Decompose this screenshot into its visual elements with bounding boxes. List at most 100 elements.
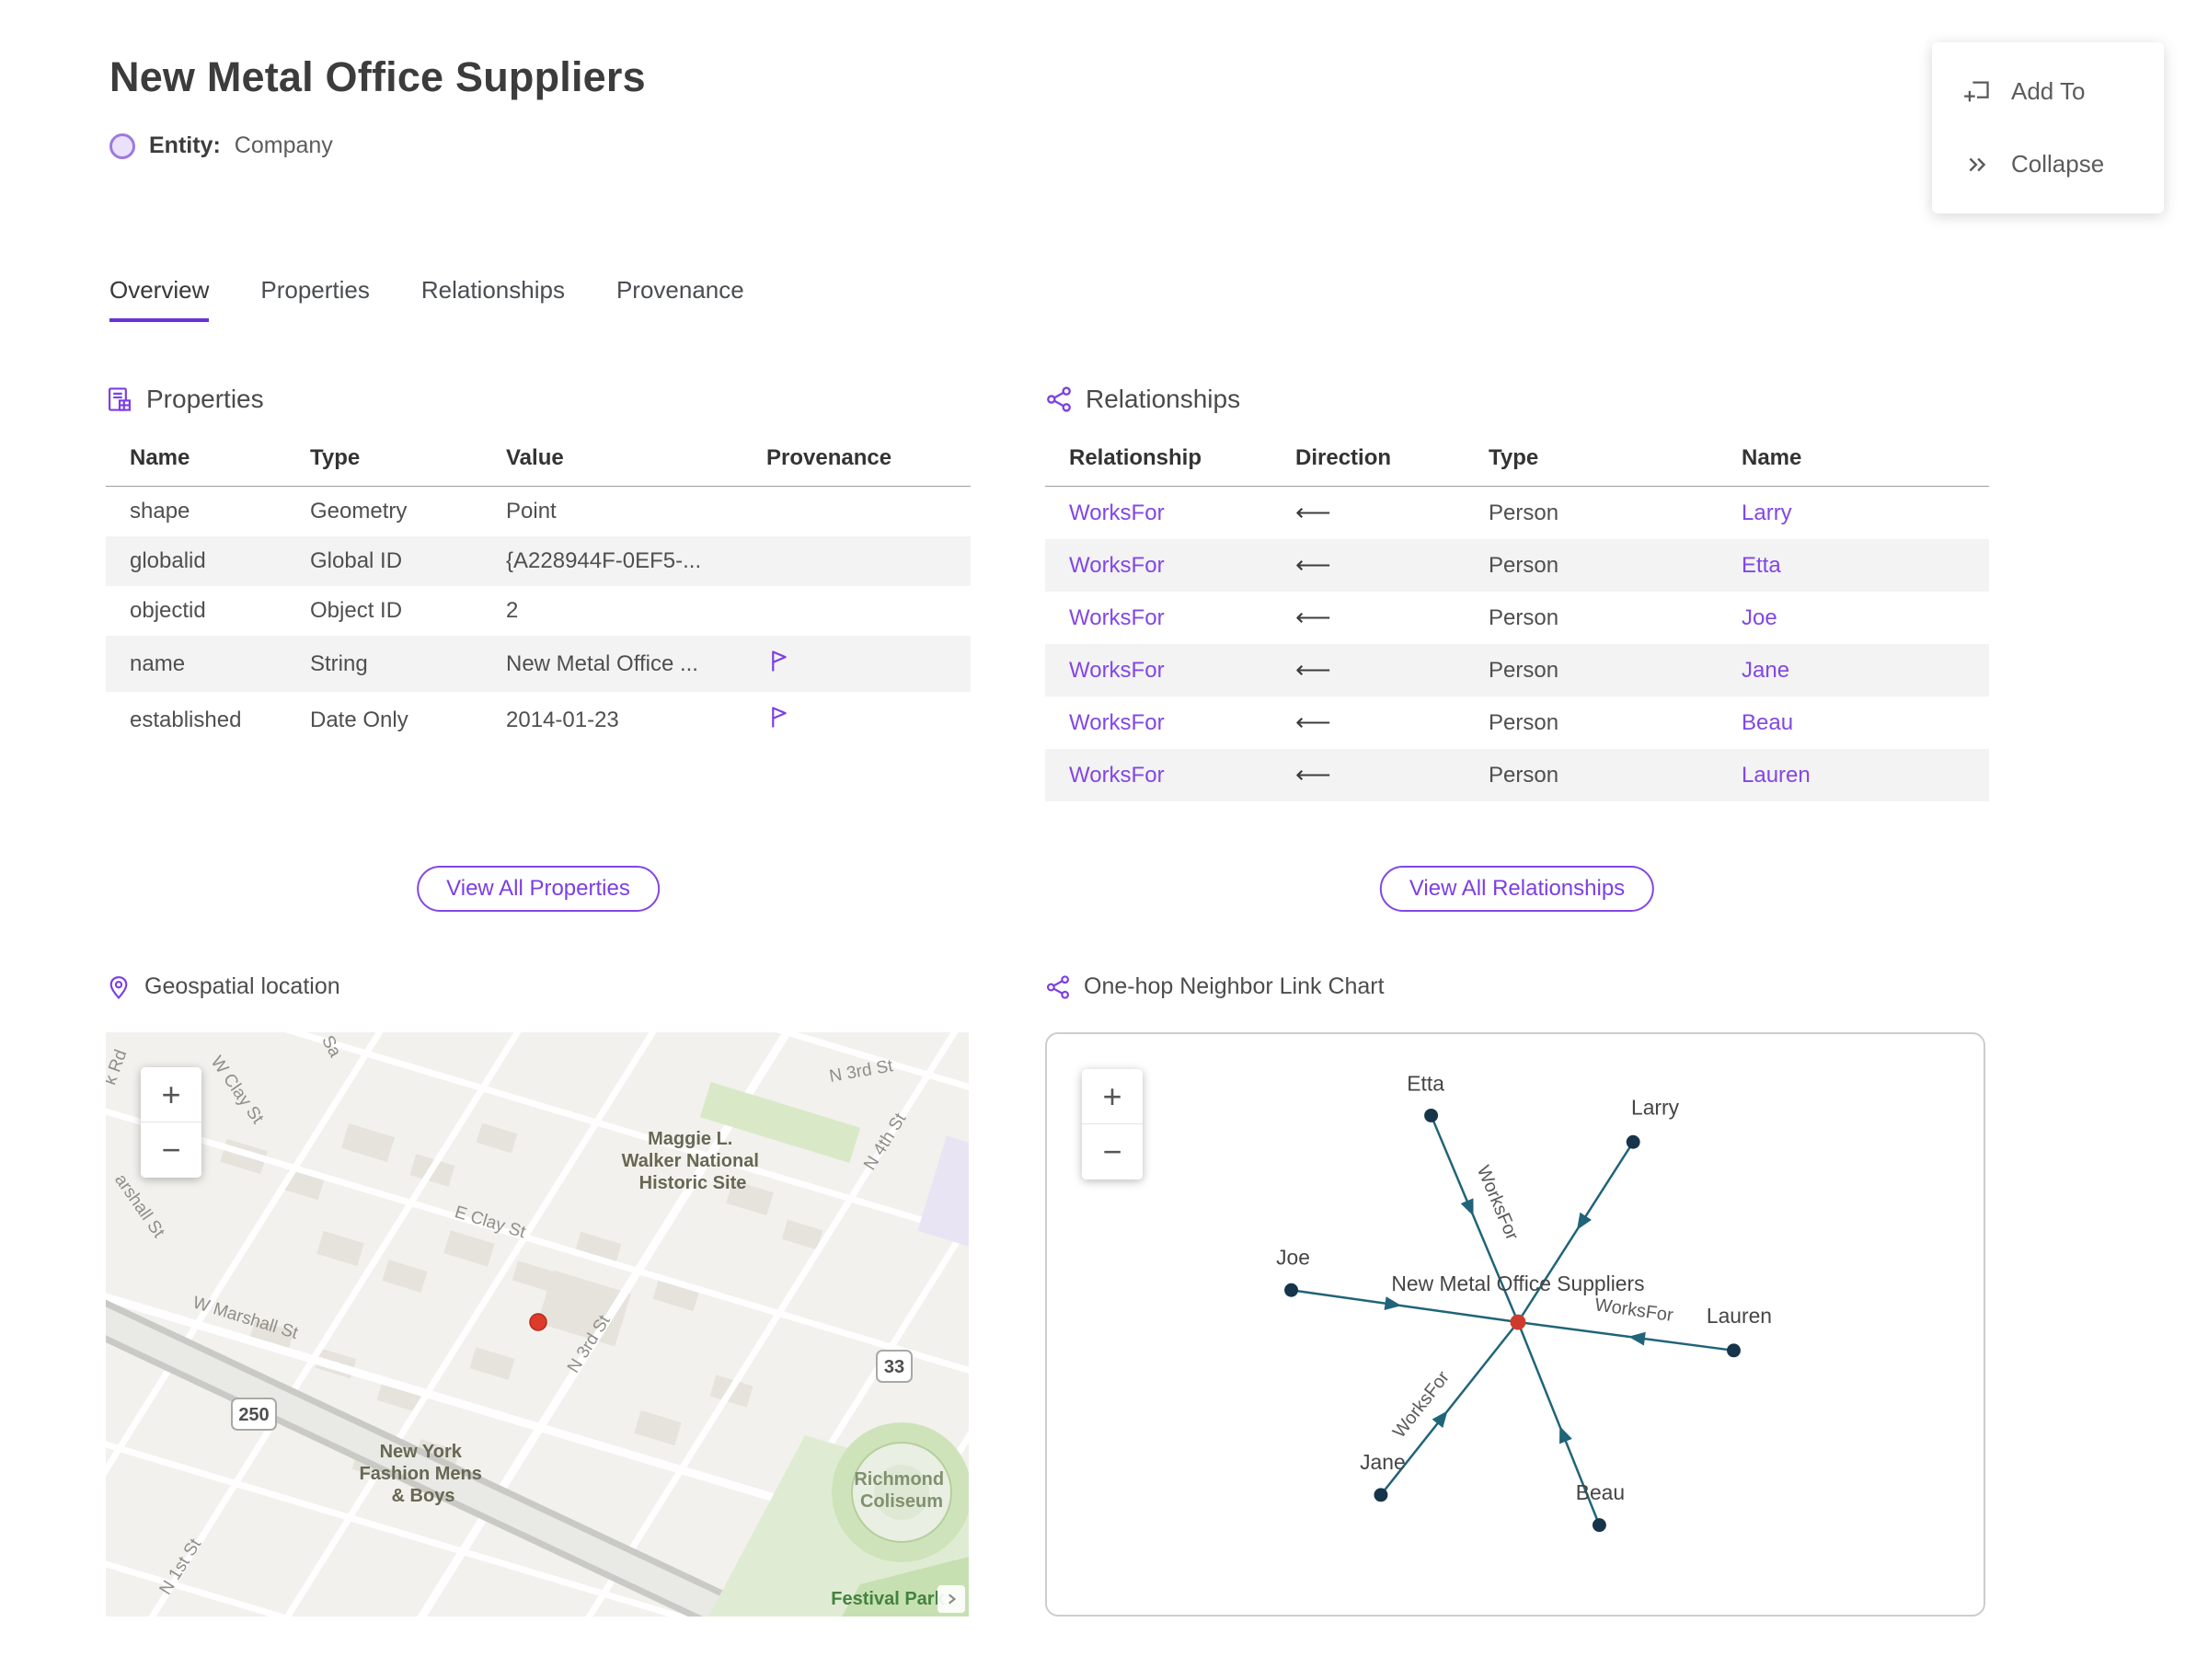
relationship-row: WorksFor ⟵ Person Jane: [1045, 644, 1989, 696]
map-entity-marker[interactable]: [529, 1313, 547, 1331]
map-canvas[interactable]: 250 33 k Rd W Clay St Sa N 3rd St N 4th …: [106, 1032, 969, 1617]
prop-value: 2014-01-23: [506, 707, 619, 732]
relationship-type-link[interactable]: WorksFor: [1069, 763, 1165, 788]
map-zoom-out-button[interactable]: −: [141, 1122, 201, 1178]
graph-node-label: Joe: [1276, 1245, 1310, 1269]
add-to-icon: [1963, 78, 1991, 106]
place-label-line: New York: [380, 1442, 463, 1462]
place-label-line: Maggie L.: [648, 1129, 732, 1149]
relationships-table: Relationship Direction Type Name WorksFo…: [1045, 434, 1989, 801]
graph-node[interactable]: [1727, 1343, 1741, 1358]
graph-node-label: Beau: [1576, 1480, 1625, 1504]
properties-table: Name Type Value Provenance shape Geometr…: [106, 434, 971, 748]
prop-type: String: [310, 650, 368, 676]
link-chart-canvas[interactable]: WorksForWorksForWorksForEttaLarryJoeLaur…: [1047, 1034, 1984, 1615]
graph-node[interactable]: [1284, 1283, 1298, 1297]
entity-label: Entity:: [149, 132, 221, 158]
prop-provenance: [766, 586, 971, 636]
provenance-flag-icon[interactable]: [766, 704, 790, 730]
view-all-properties-button[interactable]: View All Properties: [417, 866, 660, 912]
map-attribution-toggle[interactable]: [937, 1585, 965, 1613]
prop-provenance: [766, 487, 971, 537]
prop-value: {A228944F-0EF5-...: [506, 548, 702, 573]
direction-left-arrow: ⟵: [1295, 761, 1331, 788]
link-chart-section-header: One-hop Neighbor Link Chart: [1045, 973, 1385, 1000]
prop-provenance: [766, 536, 971, 586]
direction-left-arrow: ⟵: [1295, 551, 1331, 579]
map-section-title: Geospatial location: [144, 973, 340, 999]
page-header: New Metal Office Suppliers Entity: Compa…: [109, 53, 646, 159]
provenance-flag-icon[interactable]: [766, 648, 790, 673]
place-label-line: Walker National: [622, 1151, 759, 1171]
graph-edge-arrow: [1460, 1198, 1474, 1216]
related-entity-link[interactable]: Etta: [1742, 553, 1781, 578]
relationship-type-link[interactable]: WorksFor: [1069, 658, 1165, 683]
graph-edge-label: WorksFor: [1593, 1295, 1674, 1326]
relationship-row: WorksFor ⟵ Person Beau: [1045, 696, 1989, 749]
link-chart[interactable]: WorksFor WorksFor WorksFor Etta Larry Joe Laur…: [1045, 1032, 1985, 1617]
relationships-table-header: Relationship Direction Type Name: [1045, 434, 1989, 487]
tab-relationships[interactable]: Relationships: [421, 276, 565, 322]
tab-provenance[interactable]: Provenance: [616, 276, 744, 322]
graph-edge-arrow: [1559, 1426, 1572, 1444]
direction-left-arrow: ⟵: [1295, 708, 1331, 736]
graph-center-node[interactable]: [1510, 1314, 1526, 1330]
col-name: Name: [1742, 434, 1989, 487]
col-provenance: Provenance: [766, 434, 971, 487]
link-chart-zoom-in-button[interactable]: +: [1082, 1069, 1143, 1124]
relationship-row: WorksFor ⟵ Person Larry: [1045, 487, 1989, 540]
view-all-relationships-button[interactable]: View All Relationships: [1379, 866, 1655, 912]
relationship-type-link[interactable]: WorksFor: [1069, 501, 1165, 525]
related-entity-type: Person: [1489, 709, 1559, 735]
related-entity-link[interactable]: Lauren: [1742, 763, 1811, 788]
map-pin-icon: [106, 974, 132, 1000]
related-entity-link[interactable]: Beau: [1742, 710, 1793, 735]
place-label-line: Historic Site: [639, 1173, 747, 1193]
prop-value: New Metal Office ...: [506, 650, 698, 676]
properties-icon: [106, 385, 133, 413]
relationship-type-link[interactable]: WorksFor: [1069, 710, 1165, 735]
link-chart-icon: [1045, 974, 1071, 1000]
place-label-line: Coliseum: [860, 1491, 943, 1512]
graph-node-label: Jane: [1360, 1450, 1406, 1474]
prop-type: Date Only: [310, 707, 408, 732]
col-direction: Direction: [1295, 434, 1489, 487]
tab-overview[interactable]: Overview: [109, 276, 210, 322]
direction-left-arrow: ⟵: [1295, 604, 1331, 631]
graph-node-label: Etta: [1407, 1072, 1444, 1096]
graph-edge-arrow: [1384, 1296, 1402, 1311]
relationships-panel: Relationships Relationship Direction Typ…: [1045, 385, 1989, 801]
related-entity-link[interactable]: Larry: [1742, 501, 1792, 525]
property-row: shape Geometry Point: [106, 487, 971, 537]
prop-type: Global ID: [310, 548, 403, 573]
prop-value: 2: [506, 598, 519, 623]
relationship-type-link[interactable]: WorksFor: [1069, 605, 1165, 630]
add-to-button[interactable]: Add To: [1932, 55, 2164, 128]
graph-node[interactable]: [1592, 1518, 1606, 1533]
collapse-button[interactable]: Collapse: [1932, 128, 2164, 201]
link-chart-zoom-out-button[interactable]: −: [1082, 1124, 1143, 1179]
link-chart-section-title: One-hop Neighbor Link Chart: [1084, 973, 1385, 999]
map[interactable]: 250 33 k Rd W Clay St Sa N 3rd St N 4th …: [106, 1032, 969, 1617]
entity-details-screen: New Metal Office Suppliers Entity: Compa…: [0, 0, 2208, 1680]
col-type: Type: [310, 434, 506, 487]
map-zoom-in-button[interactable]: +: [141, 1067, 201, 1122]
graph-node[interactable]: [1374, 1488, 1388, 1502]
tab-properties[interactable]: Properties: [260, 276, 370, 322]
graph-edge-arrow: [1628, 1331, 1646, 1346]
relationship-type-link[interactable]: WorksFor: [1069, 553, 1165, 578]
property-row: established Date Only 2014-01-23: [106, 692, 971, 748]
prop-type: Geometry: [310, 499, 408, 524]
related-entity-link[interactable]: Joe: [1742, 605, 1777, 630]
graph-center-label: New Metal Office Suppliers: [1391, 1272, 1644, 1295]
relationship-row: WorksFor ⟵ Person Lauren: [1045, 749, 1989, 801]
col-relationship: Relationship: [1045, 434, 1295, 487]
related-entity-type: Person: [1489, 762, 1559, 788]
route-shield-us250: 250: [231, 1398, 277, 1431]
graph-node[interactable]: [1424, 1108, 1439, 1122]
relationship-row: WorksFor ⟵ Person Joe: [1045, 592, 1989, 644]
graph-node[interactable]: [1626, 1134, 1640, 1149]
related-entity-type: Person: [1489, 552, 1559, 578]
related-entity-link[interactable]: Jane: [1742, 658, 1789, 683]
prop-provenance: [766, 692, 971, 748]
